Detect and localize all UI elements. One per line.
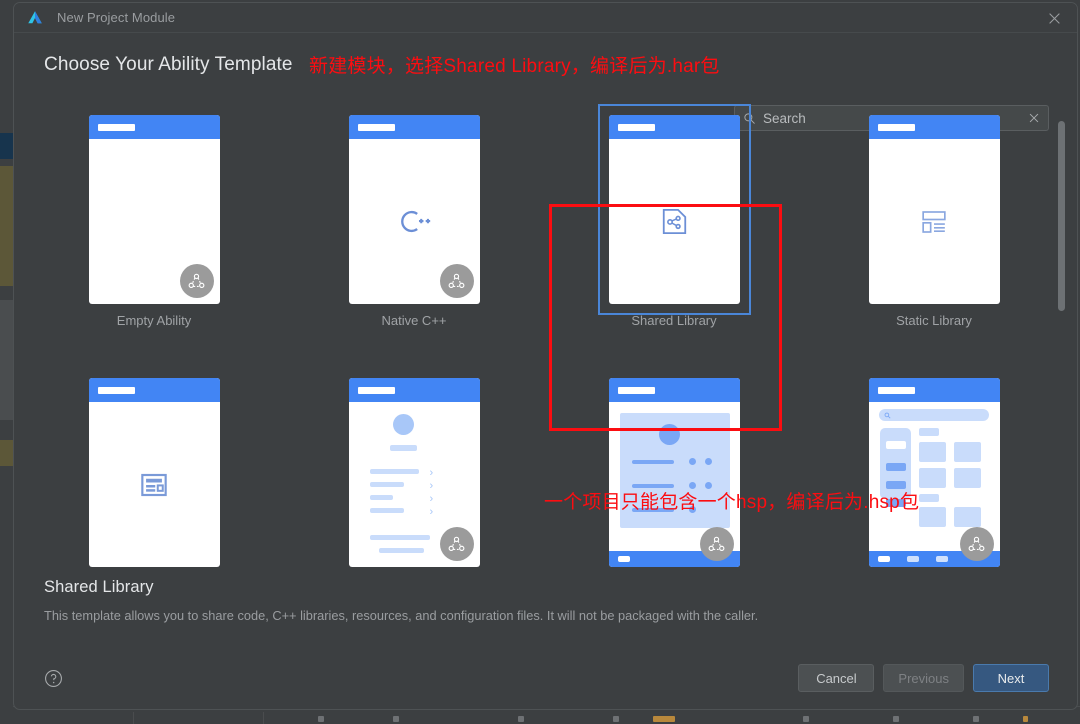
tile-label: Shared Library (631, 313, 716, 328)
harmony-badge-icon (440, 264, 474, 298)
template-tile-list-profile[interactable]: › › › › (284, 366, 544, 572)
cancel-button[interactable]: Cancel (798, 664, 874, 692)
harmony-badge-icon (440, 527, 474, 561)
page-title: Choose Your Ability Template (44, 54, 293, 76)
template-tile-shared-library[interactable]: Shared Library (544, 103, 804, 328)
template-grid-scrollbar[interactable] (1058, 121, 1065, 311)
harmony-badge-icon (960, 527, 994, 561)
description-text: This template allows you to share code, … (44, 607, 1047, 625)
deveco-logo-icon (26, 9, 44, 27)
annotation-top: 新建模块，选择Shared Library，编译后为.har包 (309, 51, 720, 78)
template-description: Shared Library This template allows you … (14, 572, 1077, 625)
harmony-badge-icon (180, 264, 214, 298)
preview-app-bar (89, 115, 220, 139)
new-project-module-dialog: New Project Module Choose Your Ability T… (13, 2, 1078, 710)
preview-body (89, 402, 220, 567)
gutter-mark-grey (0, 300, 13, 420)
template-tile-native-cpp[interactable]: Native C++ (284, 103, 544, 328)
close-icon[interactable] (1031, 3, 1077, 33)
tile-label: Empty Ability (117, 313, 191, 328)
search-icon (884, 412, 891, 419)
preview-app-bar (349, 378, 480, 402)
preview-app-bar (869, 115, 1000, 139)
template-grid: Empty Ability (14, 103, 1077, 572)
template-tile-empty-ability[interactable]: Empty Ability (24, 103, 284, 328)
template-preview (609, 115, 740, 304)
gutter-mark-olive-2 (0, 440, 13, 466)
gutter-mark-blue (0, 133, 13, 159)
next-button[interactable]: Next (973, 664, 1049, 692)
tile-label: Static Library (896, 313, 972, 328)
template-grid-area: Empty Ability (14, 103, 1077, 572)
tile-label: Native C++ (381, 313, 446, 328)
template-tile-grid-detail[interactable] (544, 366, 804, 572)
gutter-mark-olive-1 (0, 166, 13, 286)
template-preview (869, 115, 1000, 304)
ide-left-gutter (0, 0, 13, 718)
window-title: New Project Module (57, 10, 175, 25)
help-circle-icon[interactable] (44, 669, 63, 688)
dialog-footer: Cancel Previous Next (14, 647, 1077, 709)
preview-app-bar (869, 378, 1000, 402)
preview-app-bar (609, 115, 740, 139)
cpp-icon (393, 200, 436, 243)
dialog-titlebar: New Project Module (14, 3, 1077, 33)
footer-button-row: Cancel Previous Next (798, 664, 1049, 692)
shared-library-icon (653, 200, 696, 243)
preview-app-bar (609, 378, 740, 402)
template-tile-card-layout[interactable] (24, 366, 284, 572)
static-library-icon (914, 202, 954, 242)
preview-app-bar (349, 115, 480, 139)
dialog-header: Choose Your Ability Template 新建模块，选择Shar… (14, 33, 1077, 89)
harmony-badge-icon (700, 527, 734, 561)
template-preview (89, 378, 220, 567)
preview-body (609, 139, 740, 304)
template-tile-static-library[interactable]: Static Library (804, 103, 1064, 328)
preview-app-bar (89, 378, 220, 402)
preview-body (869, 139, 1000, 304)
description-title: Shared Library (44, 578, 1047, 597)
previous-button[interactable]: Previous (883, 664, 964, 692)
template-tile-catalog-grid[interactable] (804, 366, 1064, 572)
card-layout-icon (134, 465, 174, 505)
